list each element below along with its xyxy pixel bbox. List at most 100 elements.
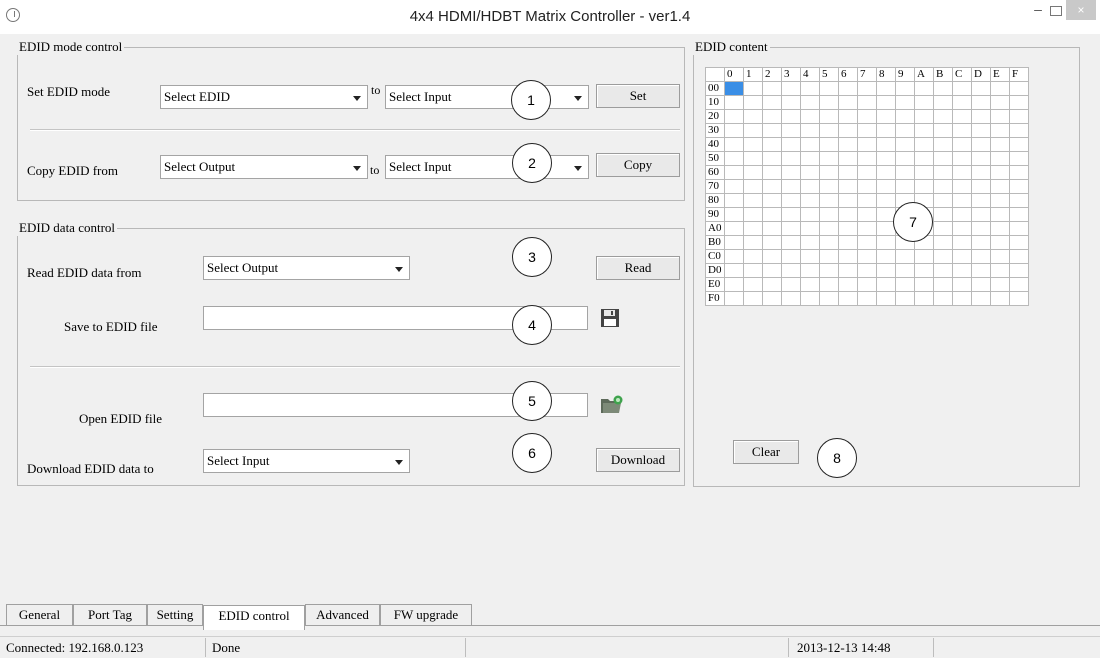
clear-button[interactable]: Clear (733, 440, 799, 464)
edid-cell[interactable] (1009, 193, 1029, 208)
edid-cell[interactable] (1009, 263, 1029, 278)
edid-cell[interactable] (914, 165, 934, 180)
edid-cell[interactable] (971, 291, 991, 306)
edid-cell[interactable] (743, 151, 763, 166)
edid-cell[interactable] (743, 277, 763, 292)
edid-cell[interactable] (876, 109, 896, 124)
edid-select[interactable]: Select EDID (160, 85, 368, 109)
edid-cell[interactable] (743, 165, 763, 180)
edid-cell[interactable] (895, 263, 915, 278)
edid-cell[interactable] (800, 235, 820, 250)
edid-cell[interactable] (743, 137, 763, 152)
edid-cell[interactable] (819, 165, 839, 180)
edid-cell[interactable] (743, 235, 763, 250)
edid-cell[interactable] (724, 109, 744, 124)
edid-cell[interactable] (781, 221, 801, 236)
edid-cell[interactable] (762, 291, 782, 306)
edid-cell[interactable] (819, 221, 839, 236)
edid-cell[interactable] (952, 249, 972, 264)
edid-cell[interactable] (952, 151, 972, 166)
edid-cell[interactable] (933, 249, 953, 264)
edid-cell[interactable] (743, 263, 763, 278)
edid-cell[interactable] (876, 81, 896, 96)
edid-cell[interactable] (800, 151, 820, 166)
edid-cell[interactable] (819, 207, 839, 222)
edid-cell[interactable] (914, 137, 934, 152)
edid-cell[interactable] (800, 263, 820, 278)
chevron-down-icon[interactable] (570, 158, 586, 176)
edid-cell[interactable] (819, 95, 839, 110)
edid-cell[interactable] (914, 291, 934, 306)
edid-cell[interactable] (914, 249, 934, 264)
edid-cell[interactable] (724, 221, 744, 236)
edid-cell[interactable] (800, 221, 820, 236)
minimize-button[interactable]: – (1031, 2, 1045, 18)
edid-cell[interactable] (743, 193, 763, 208)
edid-cell[interactable] (857, 151, 877, 166)
edid-cell[interactable] (800, 109, 820, 124)
edid-cell[interactable] (895, 165, 915, 180)
copy-button[interactable]: Copy (596, 153, 680, 177)
edid-cell[interactable] (933, 207, 953, 222)
edid-cell[interactable] (914, 81, 934, 96)
edid-cell[interactable] (743, 81, 763, 96)
edid-cell[interactable] (724, 263, 744, 278)
edid-cell[interactable] (781, 235, 801, 250)
edid-cell[interactable] (876, 179, 896, 194)
edid-cell[interactable] (914, 123, 934, 138)
edid-cell[interactable] (876, 249, 896, 264)
edid-cell[interactable] (990, 165, 1010, 180)
edid-cell[interactable] (971, 179, 991, 194)
edid-cell[interactable] (952, 123, 972, 138)
edid-cell[interactable] (952, 165, 972, 180)
edid-cell[interactable] (800, 81, 820, 96)
edid-cell[interactable] (952, 277, 972, 292)
edid-cell[interactable] (838, 137, 858, 152)
edid-cell[interactable] (819, 291, 839, 306)
edid-cell[interactable] (914, 95, 934, 110)
download-button[interactable]: Download (596, 448, 680, 472)
close-button[interactable]: × (1066, 0, 1096, 20)
edid-cell[interactable] (933, 291, 953, 306)
edid-cell[interactable] (838, 193, 858, 208)
edid-cell[interactable] (800, 137, 820, 152)
set-button[interactable]: Set (596, 84, 680, 108)
copy-output-select[interactable]: Select Output (160, 155, 368, 179)
edid-cell[interactable] (857, 179, 877, 194)
edid-cell[interactable] (838, 123, 858, 138)
edid-cell[interactable] (838, 179, 858, 194)
edid-cell[interactable] (971, 137, 991, 152)
edid-cell[interactable] (1009, 221, 1029, 236)
edid-cell[interactable] (895, 151, 915, 166)
edid-cell[interactable] (819, 193, 839, 208)
edid-cell[interactable] (838, 221, 858, 236)
edid-cell[interactable] (762, 249, 782, 264)
edid-cell[interactable] (876, 235, 896, 250)
edid-cell[interactable] (990, 151, 1010, 166)
edid-cell[interactable] (1009, 249, 1029, 264)
edid-cell[interactable] (990, 137, 1010, 152)
edid-cell[interactable] (857, 249, 877, 264)
edid-cell[interactable] (895, 291, 915, 306)
edid-cell[interactable] (952, 137, 972, 152)
edid-cell[interactable] (914, 109, 934, 124)
edid-cell[interactable] (838, 95, 858, 110)
edid-cell[interactable] (781, 165, 801, 180)
chevron-down-icon[interactable] (391, 452, 407, 470)
edid-cell[interactable] (819, 81, 839, 96)
edid-cell[interactable] (933, 235, 953, 250)
edid-cell[interactable] (762, 193, 782, 208)
edid-cell[interactable] (724, 179, 744, 194)
edid-cell[interactable] (857, 291, 877, 306)
edid-cell[interactable] (781, 123, 801, 138)
edid-cell[interactable] (990, 263, 1010, 278)
edid-cell[interactable] (838, 81, 858, 96)
edid-cell[interactable] (819, 109, 839, 124)
edid-cell[interactable] (990, 179, 1010, 194)
edid-cell[interactable] (990, 81, 1010, 96)
edid-cell[interactable] (838, 109, 858, 124)
edid-cell[interactable] (990, 235, 1010, 250)
edid-cell[interactable] (724, 123, 744, 138)
edid-cell[interactable] (857, 235, 877, 250)
edid-cell[interactable] (971, 109, 991, 124)
